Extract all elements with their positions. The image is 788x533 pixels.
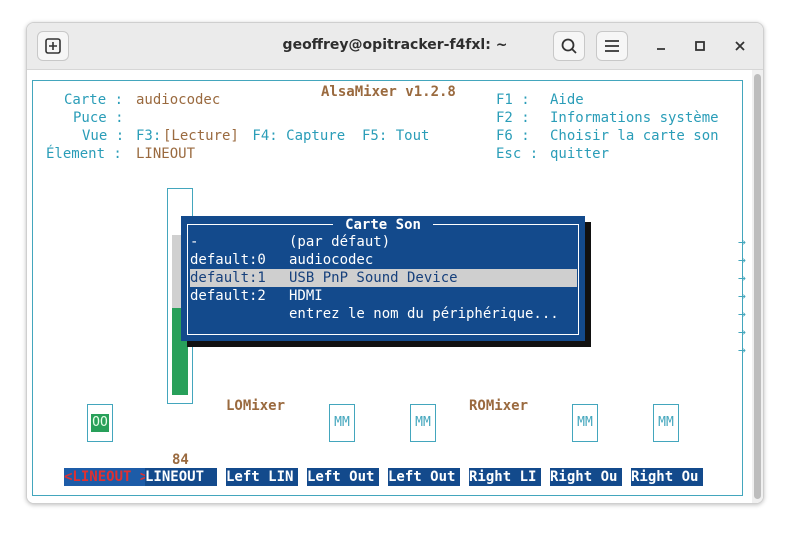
key-f1-desc: Aide	[550, 92, 584, 108]
minimize-icon	[657, 48, 665, 50]
sound-card-dialog: Carte Son - (par défaut) default:0 audioco…	[181, 216, 585, 341]
key-f6-desc: Choisir la carte son	[550, 128, 719, 144]
card-label: Carte :	[64, 92, 124, 108]
card-option-1-selected[interactable]: default:1 USB PnP Sound Device	[190, 269, 577, 287]
card-value: audiocodec	[136, 92, 221, 108]
search-button[interactable]	[553, 31, 585, 61]
key-esc: Esc :	[496, 146, 539, 162]
control-tab-left-lin[interactable]: Left LIN	[226, 468, 298, 486]
control-tab-left-out-2[interactable]: Left Out	[388, 468, 460, 486]
lineout-switch[interactable]: OO	[87, 404, 113, 442]
card-id: default:2	[190, 288, 266, 304]
maximize-icon	[695, 41, 705, 51]
view-f3-label: F3:	[136, 128, 162, 144]
view-label: Vue :	[82, 128, 125, 144]
switch-state: MM	[415, 415, 431, 430]
element-value: LINEOUT	[136, 146, 196, 162]
switch-state: MM	[334, 415, 350, 430]
scroll-right-icon: →	[738, 235, 746, 250]
dialog-title: Carte Son	[333, 216, 433, 234]
switch-state: MM	[658, 415, 674, 430]
card-option-2[interactable]: default:2 HDMI	[190, 287, 577, 305]
romixer-switch-1[interactable]: MM	[572, 404, 598, 442]
card-option-enter-device[interactable]: entrez le nom du périphérique...	[190, 305, 577, 323]
scroll-right-icon: →	[738, 289, 746, 304]
card-name: HDMI	[289, 288, 323, 304]
card-option-0[interactable]: default:0 audiocodec	[190, 251, 577, 269]
tab-label: Left LIN	[226, 469, 294, 485]
menu-button[interactable]	[596, 31, 628, 61]
view-playback-selected[interactable]: [Lecture]	[163, 127, 239, 145]
search-icon	[561, 38, 577, 54]
scrollbar-thumb[interactable]	[754, 74, 761, 499]
scroll-right-icon: →	[738, 271, 746, 286]
scroll-right-icon: →	[738, 343, 746, 358]
control-tab-right-ou-2[interactable]: Right Ou	[631, 468, 703, 486]
switch-state: MM	[577, 415, 593, 430]
card-name: audiocodec	[289, 252, 374, 268]
control-tab-right-li[interactable]: Right LI	[469, 468, 541, 486]
scroll-right-icon: →	[738, 307, 746, 322]
lomixer-label: LOMixer	[226, 398, 286, 414]
control-tab-right-ou-1[interactable]: Right Ou	[550, 468, 622, 486]
view-other-options[interactable]: F4: Capture F5: Tout	[244, 127, 429, 145]
key-esc-desc: quitter	[550, 146, 610, 162]
tab-label: Right LI	[469, 469, 537, 485]
close-button[interactable]	[730, 36, 750, 56]
key-f2-desc: Informations système	[550, 110, 719, 126]
key-f2: F2 :	[496, 110, 530, 126]
card-id: -	[190, 234, 199, 250]
control-tab-lineout-active[interactable]: <LINEOUT >	[64, 468, 145, 486]
alsamixer-title: AlsaMixer v1.2.8	[313, 83, 464, 101]
tab-label: LINEOUT	[145, 469, 213, 485]
element-label: Élement :	[46, 146, 122, 162]
control-tab-left-out-1[interactable]: Left Out	[307, 468, 379, 486]
hamburger-menu-icon	[605, 40, 619, 52]
card-option-default[interactable]: - (par défaut)	[190, 233, 577, 251]
card-name: USB PnP Sound Device	[289, 270, 458, 286]
control-tab-lineout[interactable]: LINEOUT	[145, 468, 217, 486]
tab-label: <LINEOUT >	[64, 469, 145, 485]
terminal-area[interactable]: AlsaMixer v1.2.8 Carte : audiocodec Puce…	[27, 70, 763, 503]
romixer-label: ROMixer	[469, 398, 529, 414]
maximize-button[interactable]	[690, 36, 710, 56]
lomixer-switch-1[interactable]: MM	[329, 404, 355, 442]
terminal-window: geoffrey@opitracker-f4fxl: ~ AlsaMixer v…	[26, 22, 764, 504]
card-name: (par défaut)	[289, 234, 391, 250]
tab-label: Right Ou	[631, 469, 699, 485]
tab-label: Right Ou	[550, 469, 618, 485]
tab-label: Left Out	[307, 469, 375, 485]
key-f6: F6 :	[496, 128, 530, 144]
card-id: default:0	[190, 252, 266, 268]
chip-label: Puce :	[73, 110, 124, 126]
scroll-right-icon: →	[738, 325, 746, 340]
close-icon	[735, 41, 745, 51]
key-f1: F1 :	[496, 92, 530, 108]
switch-state: OO	[91, 414, 109, 432]
minimize-button[interactable]	[651, 36, 671, 56]
title-bar: geoffrey@opitracker-f4fxl: ~	[27, 23, 763, 70]
card-name: entrez le nom du périphérique...	[289, 306, 559, 322]
scroll-right-icon: →	[738, 253, 746, 268]
tab-label: Left Out	[388, 469, 456, 485]
romixer-switch-2[interactable]: MM	[653, 404, 679, 442]
card-id: default:1	[190, 270, 266, 286]
lomixer-switch-2[interactable]: MM	[410, 404, 436, 442]
volume-value: 84	[172, 452, 189, 468]
